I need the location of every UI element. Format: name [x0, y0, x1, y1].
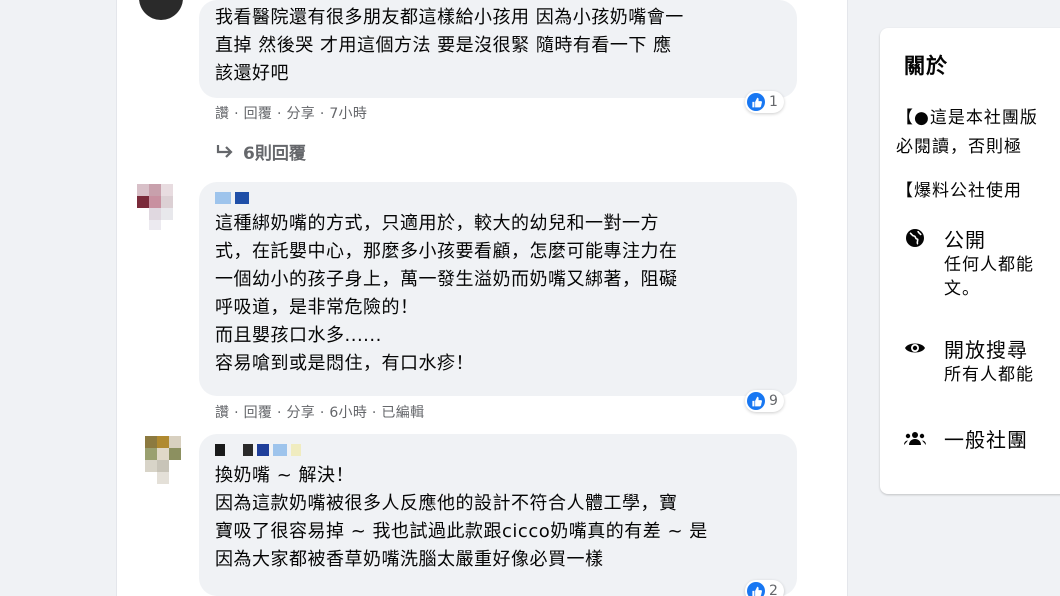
view-replies-button[interactable]: 6則回覆: [215, 139, 306, 164]
comment-text-line: 式，在託嬰中心，那麼多小孩要看顧，怎麼可能專注力在: [215, 241, 678, 262]
reaction-count[interactable]: 9: [745, 390, 784, 412]
thumbs-up-icon: [747, 582, 765, 596]
about-card: 關於 【●這是本社團版 必閱讀，否則極 【爆料公社使用 公開 任何人都能 文。 …: [880, 28, 1060, 494]
like-link[interactable]: 讚: [215, 405, 229, 421]
reaction-count-text: 9: [769, 393, 778, 409]
reaction-count-text: 2: [769, 583, 778, 596]
edited-label[interactable]: 已編輯: [381, 405, 424, 421]
comment-bubble: 換奶嘴 ~ 解決！ 因為這款奶嘴被很多人反應他的設計不符合人體工學，寶 寶吸了很…: [199, 434, 797, 596]
people-icon: [904, 427, 926, 449]
privacy-description: 任何人都能: [944, 255, 1034, 275]
reaction-count[interactable]: 2: [745, 580, 784, 596]
visibility-searchable: 開放搜尋 所有人都能: [904, 334, 1034, 387]
avatar[interactable]: [137, 180, 187, 230]
timestamp[interactable]: 7小時: [329, 106, 367, 122]
privacy-description: 文。: [944, 279, 980, 299]
reply-link[interactable]: 回覆: [244, 106, 273, 122]
about-description: 【●這是本社團版: [896, 108, 1038, 128]
replies-label: 6則回覆: [243, 144, 306, 164]
like-link[interactable]: 讚: [215, 106, 229, 122]
commenter-name[interactable]: [215, 444, 781, 458]
comment-text-line: 容易嗆到或是悶住，有口水疹！: [215, 353, 474, 374]
comment-bubble: 這種綁奶嘴的方式，只適用於，較大的幼兒和一對一方 式，在託嬰中心，那麼多小孩要看…: [199, 182, 797, 396]
comment-text-line: 這種綁奶嘴的方式，只適用於，較大的幼兒和一對一方: [215, 213, 659, 234]
thumbs-up-icon: [747, 392, 765, 410]
comment-actions: 讚 · 回覆 · 分享 · 6小時 · 已編輯: [215, 405, 425, 421]
comment-text-line: 而且嬰孩口水多......: [215, 325, 382, 346]
group-type: 一般社團: [904, 424, 1028, 453]
share-link[interactable]: 分享: [286, 405, 315, 421]
comment-bubble: 我看醫院還有很多朋友都這樣給小孩用 因為小孩奶嘴會一 直掉 然後哭 才用這個方法…: [199, 0, 797, 98]
comment-text-line: 因為這款奶嘴被很多人反應他的設計不符合人體工學，寶: [215, 493, 678, 514]
visibility-description: 所有人都能: [944, 365, 1034, 385]
comment-text-line: 呼吸道，是非常危險的！: [215, 297, 419, 318]
privacy-public: 公開 任何人都能 文。: [904, 224, 1034, 301]
comment-text-line: 換奶嘴 ~ 解決！: [215, 465, 355, 486]
about-title: 關於: [904, 54, 948, 78]
privacy-label: 公開: [944, 228, 986, 252]
comment-text-line: 寶吸了很容易掉 ~ 我也試過此款跟cicco奶嘴真的有差 ~ 是: [215, 521, 708, 542]
reaction-count-text: 1: [769, 94, 778, 110]
comment-text-line: 一個幼小的孩子身上，萬一發生溢奶而奶嘴又綁著，阻礙: [215, 269, 678, 290]
about-description: 【爆料公社使用: [896, 181, 1022, 201]
comments-feed: 我看醫院還有很多朋友都這樣給小孩用 因為小孩奶嘴會一 直掉 然後哭 才用這個方法…: [116, 0, 848, 596]
globe-icon: [904, 227, 926, 249]
timestamp[interactable]: 6小時: [329, 405, 367, 421]
reaction-count[interactable]: 1: [745, 91, 784, 113]
comment-text-line: 我看醫院還有很多朋友都這樣給小孩用 因為小孩奶嘴會一: [215, 7, 684, 28]
thumbs-up-icon: [747, 93, 765, 111]
reply-link[interactable]: 回覆: [244, 405, 273, 421]
avatar[interactable]: [145, 436, 195, 486]
avatar[interactable]: [139, 0, 183, 20]
comment-text-line: 該還好吧: [215, 63, 289, 84]
visibility-label: 開放搜尋: [944, 338, 1028, 362]
comment-text-line: 因為大家都被香草奶嘴洗腦太嚴重好像必買一樣: [215, 549, 604, 570]
share-link[interactable]: 分享: [286, 106, 315, 122]
commenter-name[interactable]: [215, 192, 781, 206]
comment-text-line: 直掉 然後哭 才用這個方法 要是沒很緊 隨時有看一下 應: [215, 35, 672, 56]
reply-arrow-icon: [216, 144, 233, 158]
about-description: 必閱讀，否則極: [896, 137, 1022, 157]
eye-icon: [904, 337, 926, 359]
comment-actions: 讚 · 回覆 · 分享 · 7小時: [215, 106, 368, 122]
group-type-label: 一般社團: [944, 428, 1028, 452]
